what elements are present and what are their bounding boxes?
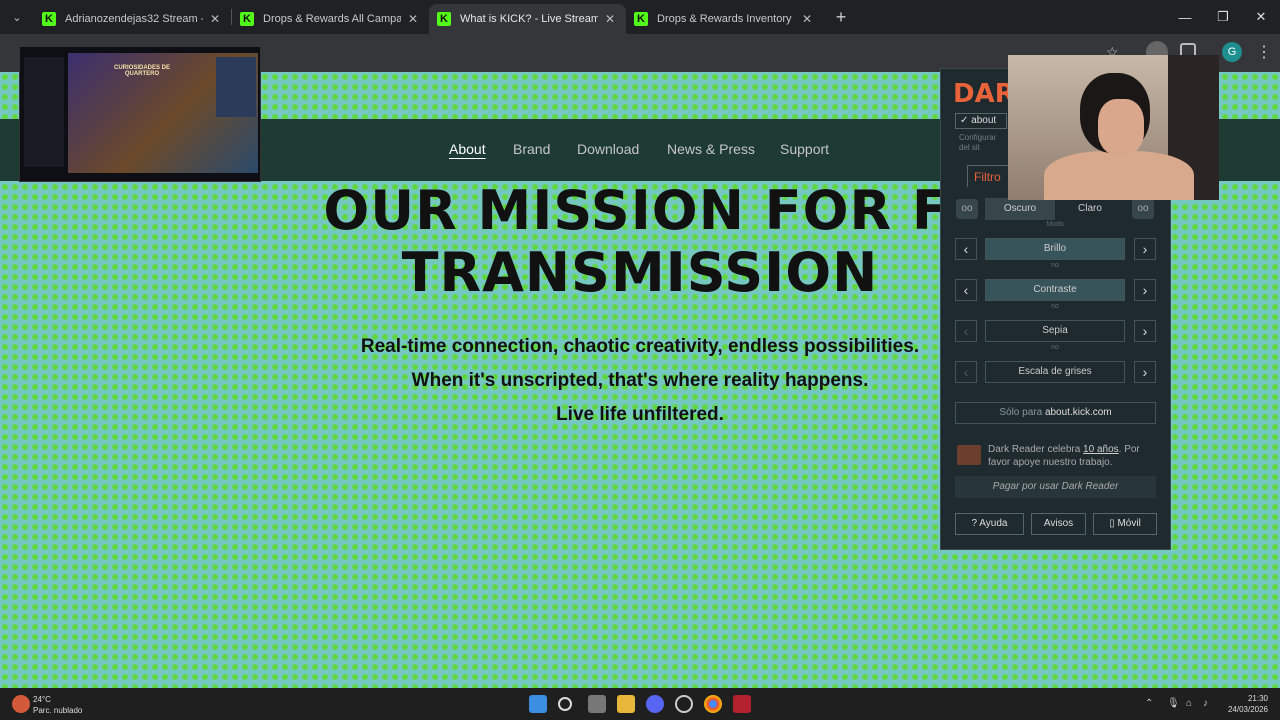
site-toggle[interactable]: ✓ about	[955, 113, 1007, 129]
brightness-increase-icon[interactable]: ›	[1134, 238, 1156, 260]
tab-title: What is KICK? - Live Stream & Watch	[460, 13, 598, 25]
mode-switch: Oscuro Claro	[985, 198, 1125, 220]
celebrate-message: Dark Reader celebra 10 años. Por favor a…	[988, 444, 1140, 468]
contrast-increase-icon[interactable]: ›	[1134, 279, 1156, 301]
tab-strip: ⌄ K Adrianozendejas32 Stream - Watch Li …	[0, 0, 1280, 34]
kick-favicon-icon: K	[240, 12, 254, 26]
taskbar: 24°C Parc. nublado ⌃ 🎙 ⌂ ♪ 21:30 24/03/2…	[0, 688, 1280, 720]
sepia-increase-icon[interactable]: ›	[1134, 320, 1156, 342]
webcam-person-body	[1044, 151, 1194, 200]
contrast-decrease-icon[interactable]: ‹	[955, 279, 977, 301]
contrast-slider[interactable]: Contraste	[985, 279, 1125, 301]
volume-icon[interactable]: ♪	[1203, 698, 1208, 709]
profile-avatar[interactable]: G	[1222, 42, 1242, 62]
more-menu-icon[interactable]: ⋮	[1256, 42, 1272, 62]
slider-caption: no	[1051, 303, 1059, 310]
microphone-icon[interactable]: 🎙	[1167, 698, 1180, 709]
light-mode-glasses-icon[interactable]: oo	[1132, 199, 1154, 219]
tray-chevron-icon[interactable]: ⌃	[1145, 698, 1153, 709]
site-config-text: Configurar del sit	[959, 133, 997, 152]
start-icon[interactable]	[529, 695, 547, 713]
minimize-icon[interactable]: —	[1166, 0, 1204, 34]
tab-title: Adrianozendejas32 Stream - Watch Li	[65, 13, 203, 25]
stream-preview-overlay: CURIOSIDADES DE QUARTERO	[19, 46, 261, 182]
tab-adrianozendejas32[interactable]: K Adrianozendejas32 Stream - Watch Li ✕	[34, 4, 231, 34]
tab-filter[interactable]: Filtro	[967, 165, 1009, 187]
nav-support[interactable]: Support	[780, 141, 829, 157]
slider-caption: no	[1051, 262, 1059, 269]
tab-what-is-kick[interactable]: K What is KICK? - Live Stream & Watch ✕	[429, 4, 626, 34]
nav-brand[interactable]: Brand	[513, 141, 550, 157]
mode-light-button[interactable]: Claro	[1055, 198, 1125, 220]
pay-button[interactable]: Pagar por usar Dark Reader	[955, 476, 1156, 498]
tab-drops-inventory[interactable]: K Drops & Rewards Inventory - Kick Str ✕	[626, 4, 823, 34]
close-tab-icon[interactable]: ✕	[602, 12, 618, 26]
brightness-slider[interactable]: Brillo	[985, 238, 1125, 260]
mobile-button[interactable]: ▯ Móvil	[1093, 513, 1157, 535]
help-icon: ?	[971, 518, 978, 529]
kick-favicon-icon: K	[634, 12, 648, 26]
close-tab-icon[interactable]: ✕	[799, 12, 815, 26]
clock[interactable]: 21:30 24/03/2026	[1228, 693, 1268, 715]
nav-about[interactable]: About	[449, 141, 486, 157]
grayscale-decrease-icon[interactable]: ‹	[955, 361, 977, 383]
grayscale-slider[interactable]: Escala de grises	[985, 361, 1125, 383]
weather-icon[interactable]	[12, 695, 30, 713]
kick-favicon-icon: K	[437, 12, 451, 26]
settings-icon[interactable]	[675, 695, 693, 713]
new-tab-button[interactable]: +	[827, 7, 855, 28]
close-window-icon[interactable]: ✕	[1242, 0, 1280, 34]
news-button[interactable]: Avisos	[1031, 513, 1086, 535]
brightness-decrease-icon[interactable]: ‹	[955, 238, 977, 260]
grayscale-increase-icon[interactable]: ›	[1134, 361, 1156, 383]
preview-title: CURIOSIDADES DE QUARTERO	[113, 65, 170, 77]
dark-mode-glasses-icon[interactable]: oo	[956, 199, 978, 219]
discord-icon[interactable]	[646, 695, 664, 713]
tab-search-chevron-icon[interactable]: ⌄	[0, 0, 34, 34]
preview-sidebar	[24, 57, 64, 167]
cake-icon	[957, 445, 981, 465]
tab-drops-campaigns[interactable]: K Drops & Rewards All Campaigns - Kic ✕	[232, 4, 429, 34]
mode-row: oo Oscuro Claro oo	[955, 198, 1157, 220]
nav-download[interactable]: Download	[577, 141, 639, 157]
close-tab-icon[interactable]: ✕	[207, 12, 223, 26]
webcam-person-face	[1098, 99, 1144, 155]
tab-title: Drops & Rewards Inventory - Kick Str	[657, 13, 795, 25]
sepia-slider[interactable]: Sepia	[985, 320, 1125, 342]
chrome-icon[interactable]	[704, 695, 722, 713]
app-icon[interactable]	[733, 695, 751, 713]
preview-side-panel	[216, 57, 256, 117]
network-icon[interactable]: ⌂	[1186, 698, 1192, 709]
kick-favicon-icon: K	[42, 12, 56, 26]
task-view-icon[interactable]	[588, 695, 606, 713]
dark-reader-logo: DAR	[953, 79, 1015, 109]
only-for-site-button[interactable]: Sólo para about.kick.com	[955, 402, 1156, 424]
webcam-overlay	[1008, 55, 1219, 200]
file-explorer-icon[interactable]	[617, 695, 635, 713]
search-icon[interactable]	[558, 697, 572, 711]
sepia-decrease-icon[interactable]: ‹	[955, 320, 977, 342]
mobile-icon: ▯	[1109, 518, 1115, 529]
window-controls: — ❐ ✕	[1166, 0, 1280, 34]
help-button[interactable]: ? Ayuda	[955, 513, 1024, 535]
ten-years-link[interactable]: 10 años	[1083, 444, 1119, 455]
tab-title: Drops & Rewards All Campaigns - Kic	[263, 13, 401, 25]
close-tab-icon[interactable]: ✕	[405, 12, 421, 26]
restore-icon[interactable]: ❐	[1204, 0, 1242, 34]
mode-caption: Modo	[1046, 221, 1064, 228]
weather-widget[interactable]: 24°C Parc. nublado	[33, 694, 82, 716]
nav-news-press[interactable]: News & Press	[667, 141, 755, 157]
slider-caption: no	[1051, 344, 1059, 351]
mode-dark-button[interactable]: Oscuro	[985, 198, 1055, 220]
